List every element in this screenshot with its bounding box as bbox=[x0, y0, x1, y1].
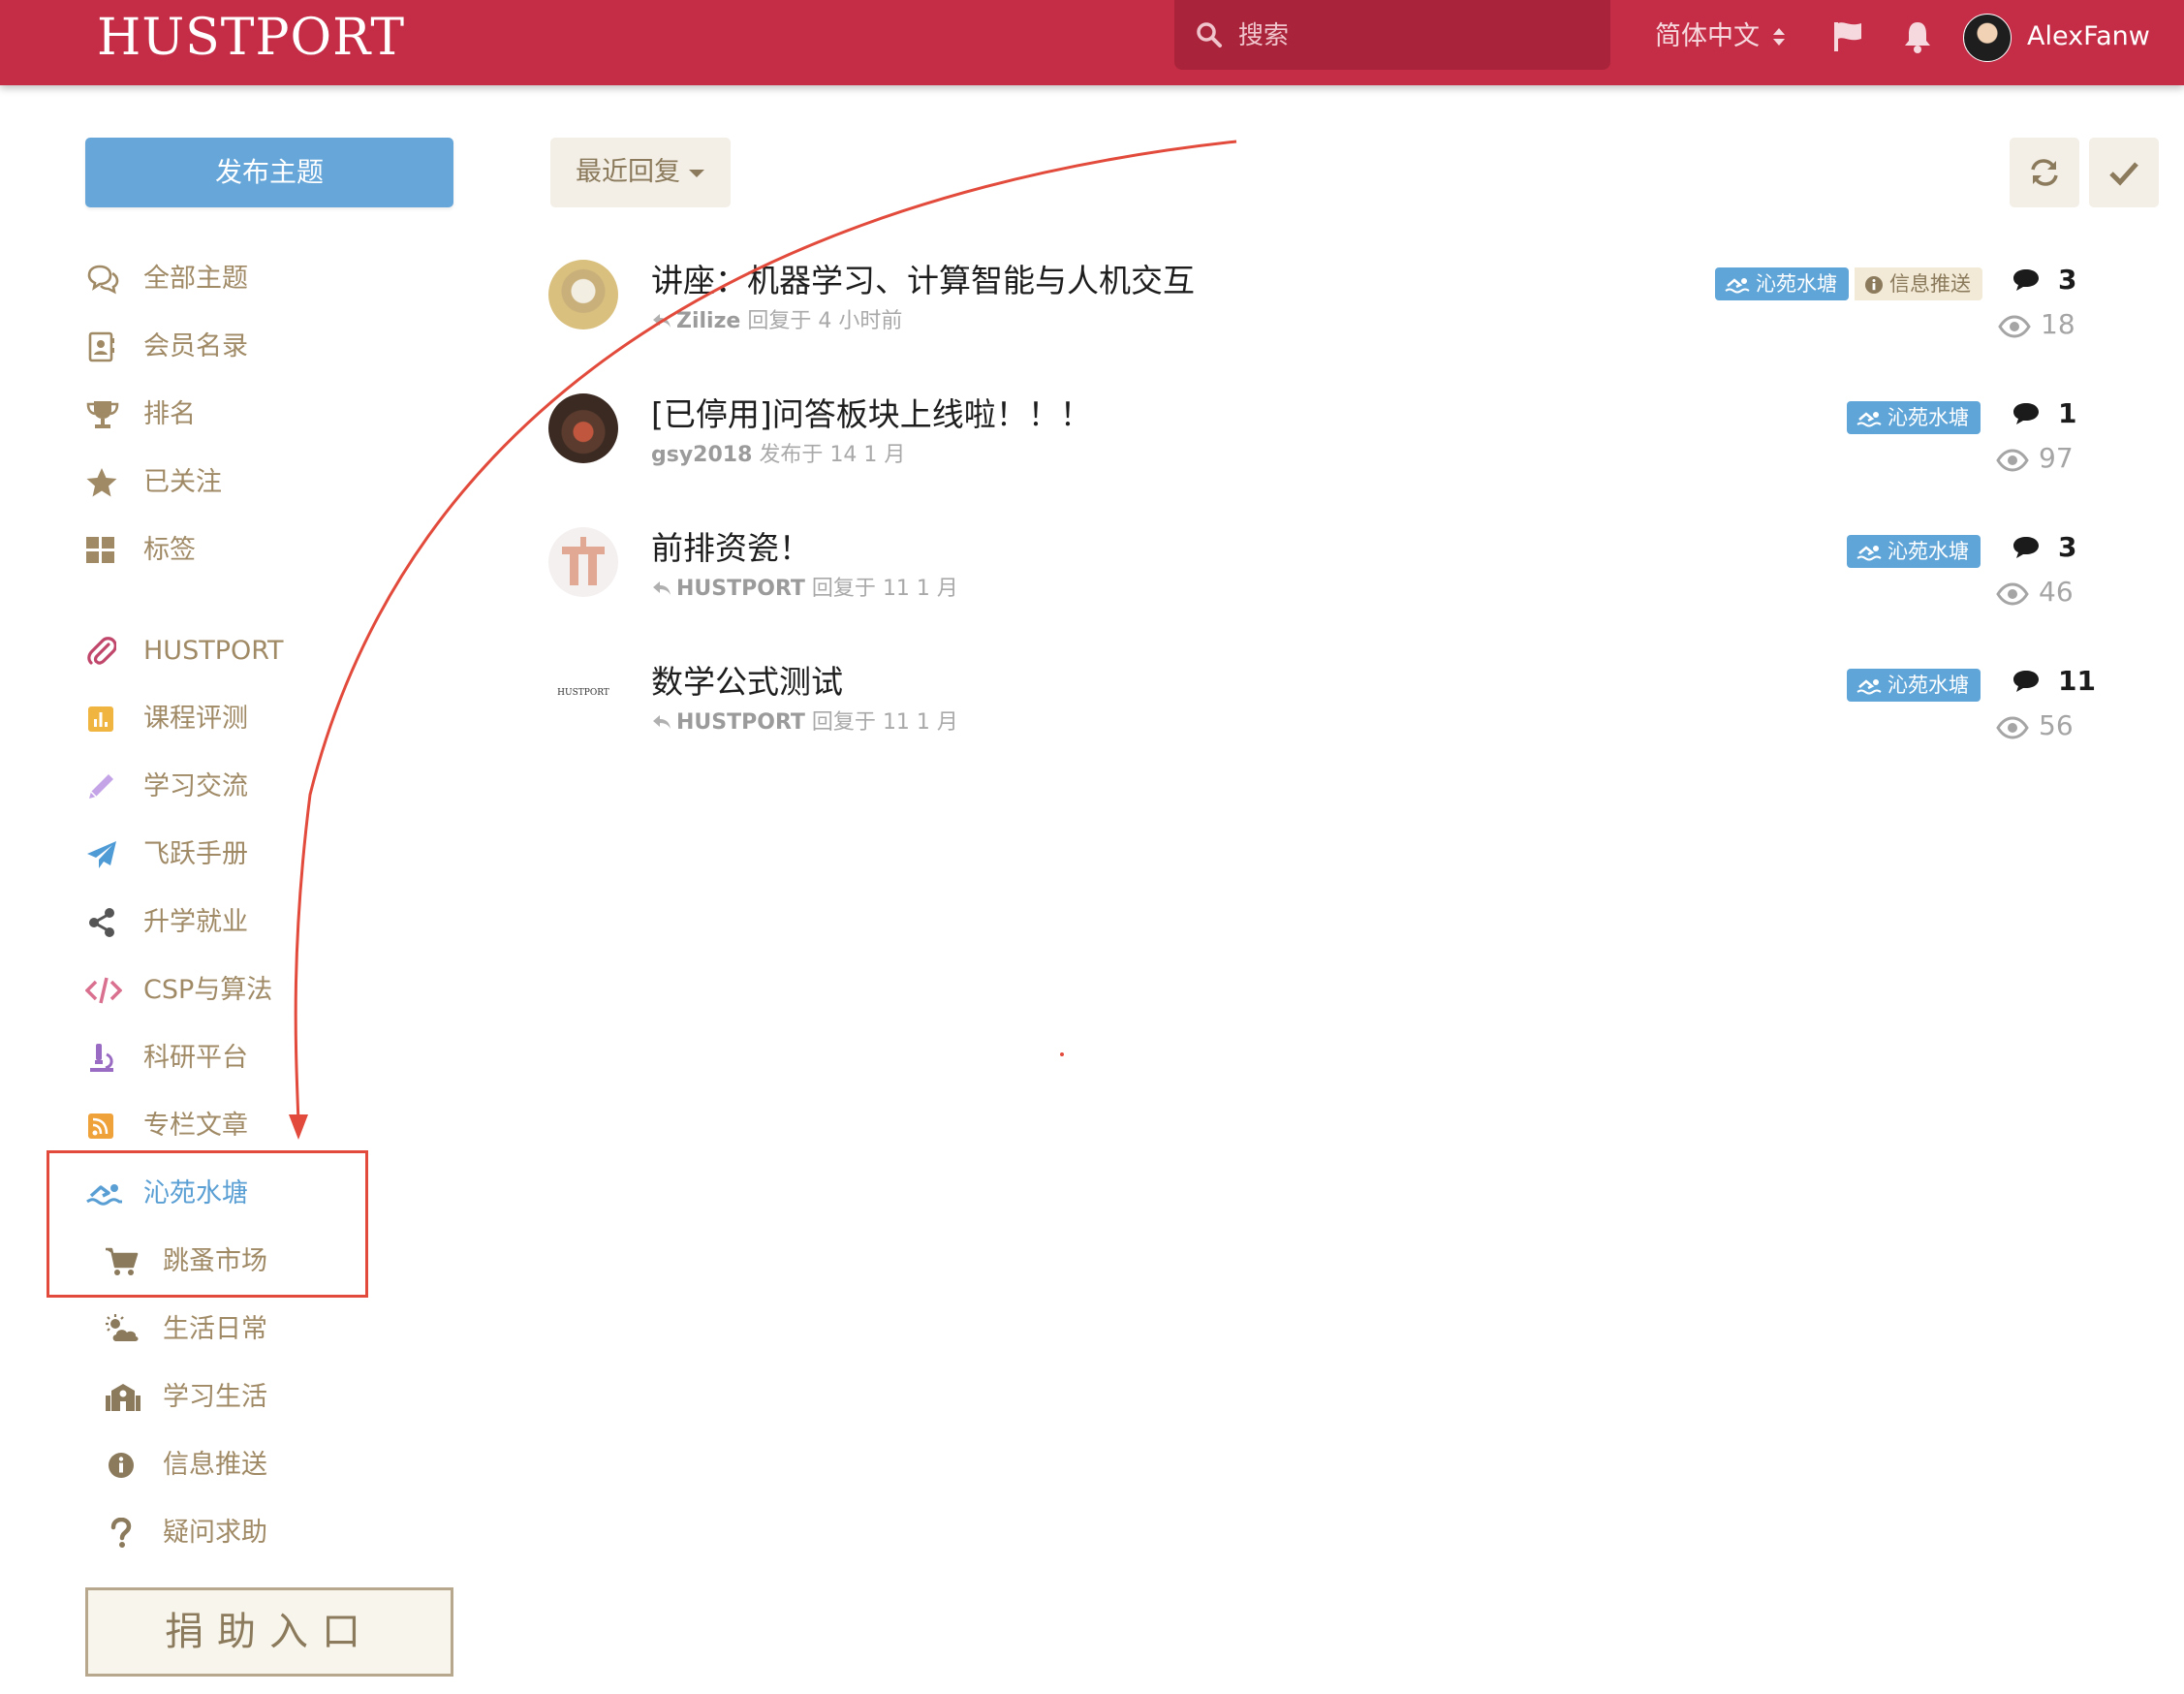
annotation-highlight-box bbox=[47, 1150, 368, 1298]
annotation-arrow bbox=[289, 140, 1237, 1140]
